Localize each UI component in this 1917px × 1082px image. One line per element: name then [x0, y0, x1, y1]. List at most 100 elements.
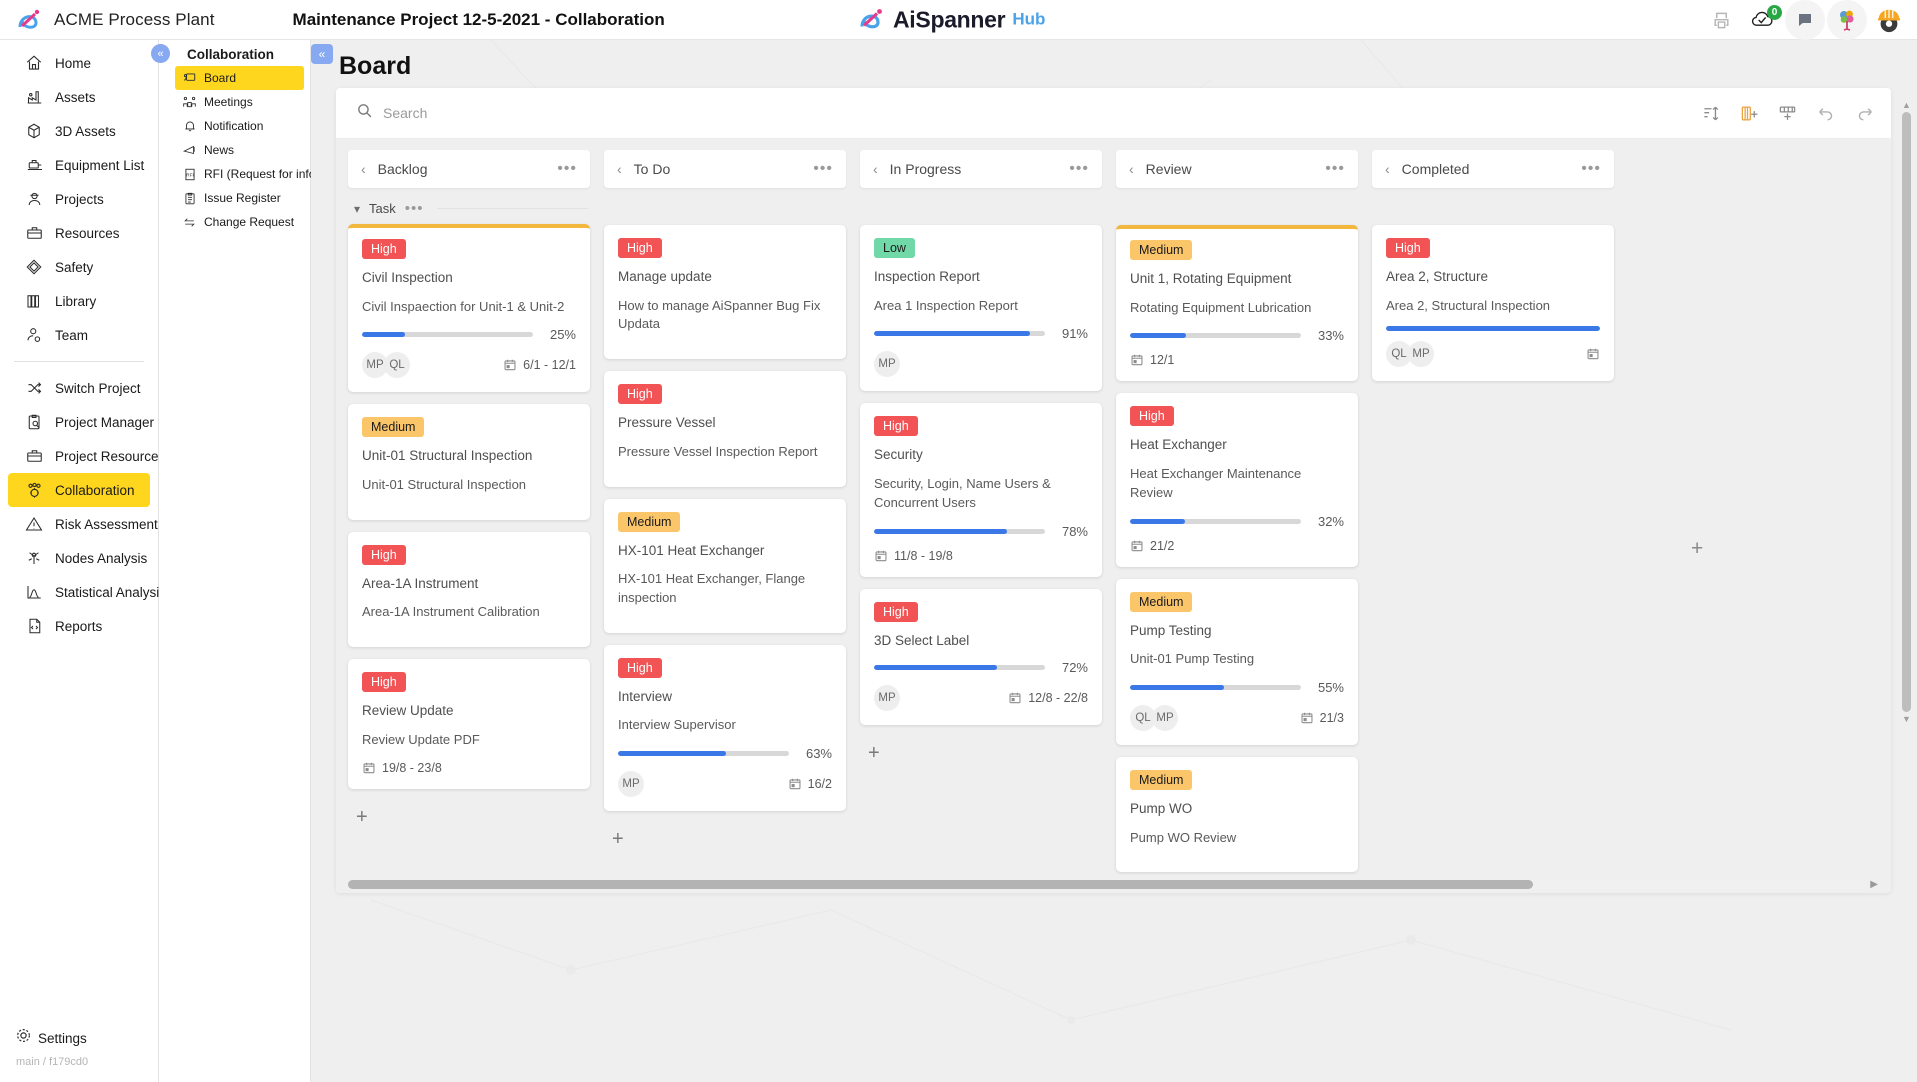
column-header[interactable]: ‹ To Do ••• — [604, 150, 846, 188]
sidebar-item-safety[interactable]: Safety — [8, 250, 150, 284]
chevron-down-icon[interactable]: ▾ — [354, 202, 360, 216]
task-card[interactable]: High Civil Inspection Civil Inspaection … — [348, 224, 590, 392]
sidebar-item-notification[interactable]: Notification — [175, 114, 304, 138]
add-column-icon[interactable] — [1740, 104, 1759, 123]
avatar[interactable]: MP — [874, 351, 900, 377]
sidebar-item-statistical-analysis[interactable]: Statistical Analysis — [8, 575, 150, 609]
swimlane-menu-icon[interactable]: ••• — [405, 205, 424, 212]
rfi-doc-icon: RFI — [181, 167, 198, 182]
sidebar-item-nodes-analysis[interactable]: Nodes Analysis — [8, 541, 150, 575]
board-column-review: ‹ Review ••• Medium Unit 1, Rotating Equ… — [1116, 150, 1358, 893]
task-card[interactable]: Medium HX-101 Heat Exchanger HX-101 Heat… — [604, 499, 846, 633]
avatar[interactable]: MP — [1408, 341, 1434, 367]
sidebar-item-assets[interactable]: Assets — [8, 80, 150, 114]
collapse-main-panel-button[interactable]: « — [311, 44, 333, 64]
undo-icon[interactable] — [1816, 104, 1836, 123]
task-card[interactable]: Medium Unit-01 Structural Inspection Uni… — [348, 404, 590, 519]
sidebar-item-change-request[interactable]: Change Request — [175, 210, 304, 234]
date-chip: 16/2 — [788, 777, 832, 791]
sidebar-item-resources[interactable]: Resources — [8, 216, 150, 250]
task-card[interactable]: High Area-1A Instrument Area-1A Instrume… — [348, 532, 590, 647]
sidebar-divider — [14, 361, 144, 362]
task-card[interactable]: High Area 2, Structure Area 2, Structura… — [1372, 225, 1614, 381]
column-menu-icon[interactable]: ••• — [1069, 165, 1089, 173]
task-card[interactable]: High Interview Interview Supervisor 63% … — [604, 645, 846, 811]
task-card[interactable]: High Manage update How to manage AiSpann… — [604, 225, 846, 359]
task-card[interactable]: High Security Security, Login, Name User… — [860, 403, 1102, 576]
chevron-left-icon[interactable]: ‹ — [361, 161, 366, 177]
avatar[interactable]: QL — [384, 352, 410, 378]
sidebar-item-board[interactable]: Board — [175, 66, 304, 90]
column-menu-icon[interactable]: ••• — [557, 165, 577, 173]
column-header[interactable]: ‹ In Progress ••• — [860, 150, 1102, 188]
column-menu-icon[interactable]: ••• — [1581, 165, 1601, 173]
scroll-up-arrow-icon[interactable]: ▲ — [1902, 100, 1911, 110]
scroll-right-arrow-icon[interactable]: ▶ — [1870, 879, 1878, 890]
column-header[interactable]: ‹ Backlog ••• — [348, 150, 590, 188]
toolbox-icon — [22, 445, 46, 467]
sidebar-item-equipment-list[interactable]: Equipment List — [8, 148, 150, 182]
hardhat-gear-icon[interactable] — [1869, 0, 1909, 40]
printer-icon[interactable] — [1701, 0, 1741, 40]
avatar[interactable]: MP — [618, 771, 644, 797]
sidebar-item-project-manager[interactable]: Project Manager — [8, 405, 150, 439]
sidebar-item-project-resources[interactable]: Project Resources — [8, 439, 150, 473]
sidebar-item-issue-register[interactable]: Issue Register — [175, 186, 304, 210]
sidebar-item-projects[interactable]: Projects — [8, 182, 150, 216]
chevron-left-icon[interactable]: ‹ — [1129, 161, 1134, 177]
search-container — [356, 102, 1702, 124]
collapse-secondary-sidebar-button[interactable]: « — [151, 44, 170, 63]
avatar[interactable]: MP — [874, 685, 900, 711]
sidebar-item-meetings[interactable]: Meetings — [175, 90, 304, 114]
horizontal-scrollbar-thumb[interactable] — [348, 880, 1533, 889]
chevron-left-icon[interactable]: ‹ — [873, 161, 878, 177]
scroll-down-arrow-icon[interactable]: ▼ — [1902, 714, 1911, 724]
settings-button[interactable]: Settings — [0, 1026, 159, 1050]
sidebar-item-risk-assessment[interactable]: Risk Assessment — [8, 507, 150, 541]
task-card[interactable]: High Review Update Review Update PDF 19/… — [348, 659, 590, 788]
search-input[interactable] — [383, 105, 683, 121]
sidebar-item-collaboration[interactable]: Collaboration — [8, 473, 150, 507]
sidebar-item-switch-project[interactable]: Switch Project — [8, 371, 150, 405]
sidebar-item-reports[interactable]: Reports — [8, 609, 150, 643]
column-menu-icon[interactable]: ••• — [813, 165, 833, 173]
sort-icon[interactable] — [1702, 104, 1721, 123]
sidebar-item-library[interactable]: Library — [8, 284, 150, 318]
add-card-button[interactable]: + — [860, 737, 1102, 763]
task-card[interactable]: High Heat Exchanger Heat Exchanger Maint… — [1116, 393, 1358, 566]
sidebar-item-label: 3D Assets — [55, 124, 116, 139]
vertical-scrollbar[interactable]: ▲ ▼ — [1902, 100, 1911, 850]
chat-icon[interactable] — [1785, 0, 1825, 40]
redo-icon[interactable] — [1855, 104, 1875, 123]
task-card[interactable]: Medium Unit 1, Rotating Equipment Rotati… — [1116, 225, 1358, 381]
task-card[interactable]: High Pressure Vessel Pressure Vessel Ins… — [604, 371, 846, 486]
task-card[interactable]: Medium Pump WO Pump WO Review — [1116, 757, 1358, 872]
column-header[interactable]: ‹ Completed ••• — [1372, 150, 1614, 188]
task-card[interactable]: High 3D Select Label 72% MP — [860, 589, 1102, 726]
card-description: Area 2, Structural Inspection — [1386, 297, 1600, 316]
brain-tree-icon[interactable] — [1827, 0, 1867, 40]
column-header[interactable]: ‹ Review ••• — [1116, 150, 1358, 188]
swimlane-header[interactable]: ▾ Task ••• — [348, 188, 590, 224]
add-swimlane-icon[interactable] — [1778, 104, 1797, 123]
vertical-scrollbar-thumb[interactable] — [1902, 112, 1911, 712]
sidebar-item-news[interactable]: News — [175, 138, 304, 162]
sidebar-item-rfi[interactable]: RFI RFI (Request for information) — [175, 162, 304, 186]
column-cards: High Manage update How to manage AiSpann… — [604, 188, 846, 849]
chevron-left-icon[interactable]: ‹ — [617, 161, 622, 177]
sidebar-item-team[interactable]: Team — [8, 318, 150, 352]
board-scroll-area[interactable]: ‹ Backlog ••• ▾ Task ••• High Civil Insp… — [336, 139, 1891, 893]
avatar[interactable]: MP — [1152, 705, 1178, 731]
add-card-button[interactable]: + — [348, 801, 590, 827]
horizontal-scrollbar[interactable]: ▶ — [348, 880, 1868, 889]
add-card-button[interactable]: + — [604, 823, 846, 849]
cloud-sync-icon[interactable]: 0 — [1743, 0, 1783, 40]
task-card[interactable]: Low Inspection Report Area 1 Inspection … — [860, 225, 1102, 391]
column-menu-icon[interactable]: ••• — [1325, 165, 1345, 173]
add-column-button[interactable]: + — [1691, 537, 1703, 561]
sidebar-item-3d-assets[interactable]: 3D Assets — [8, 114, 150, 148]
sidebar-item-home[interactable]: Home — [8, 46, 150, 80]
chevron-left-icon[interactable]: ‹ — [1385, 161, 1390, 177]
progress-fill — [1386, 326, 1600, 331]
task-card[interactable]: Medium Pump Testing Unit-01 Pump Testing… — [1116, 579, 1358, 745]
